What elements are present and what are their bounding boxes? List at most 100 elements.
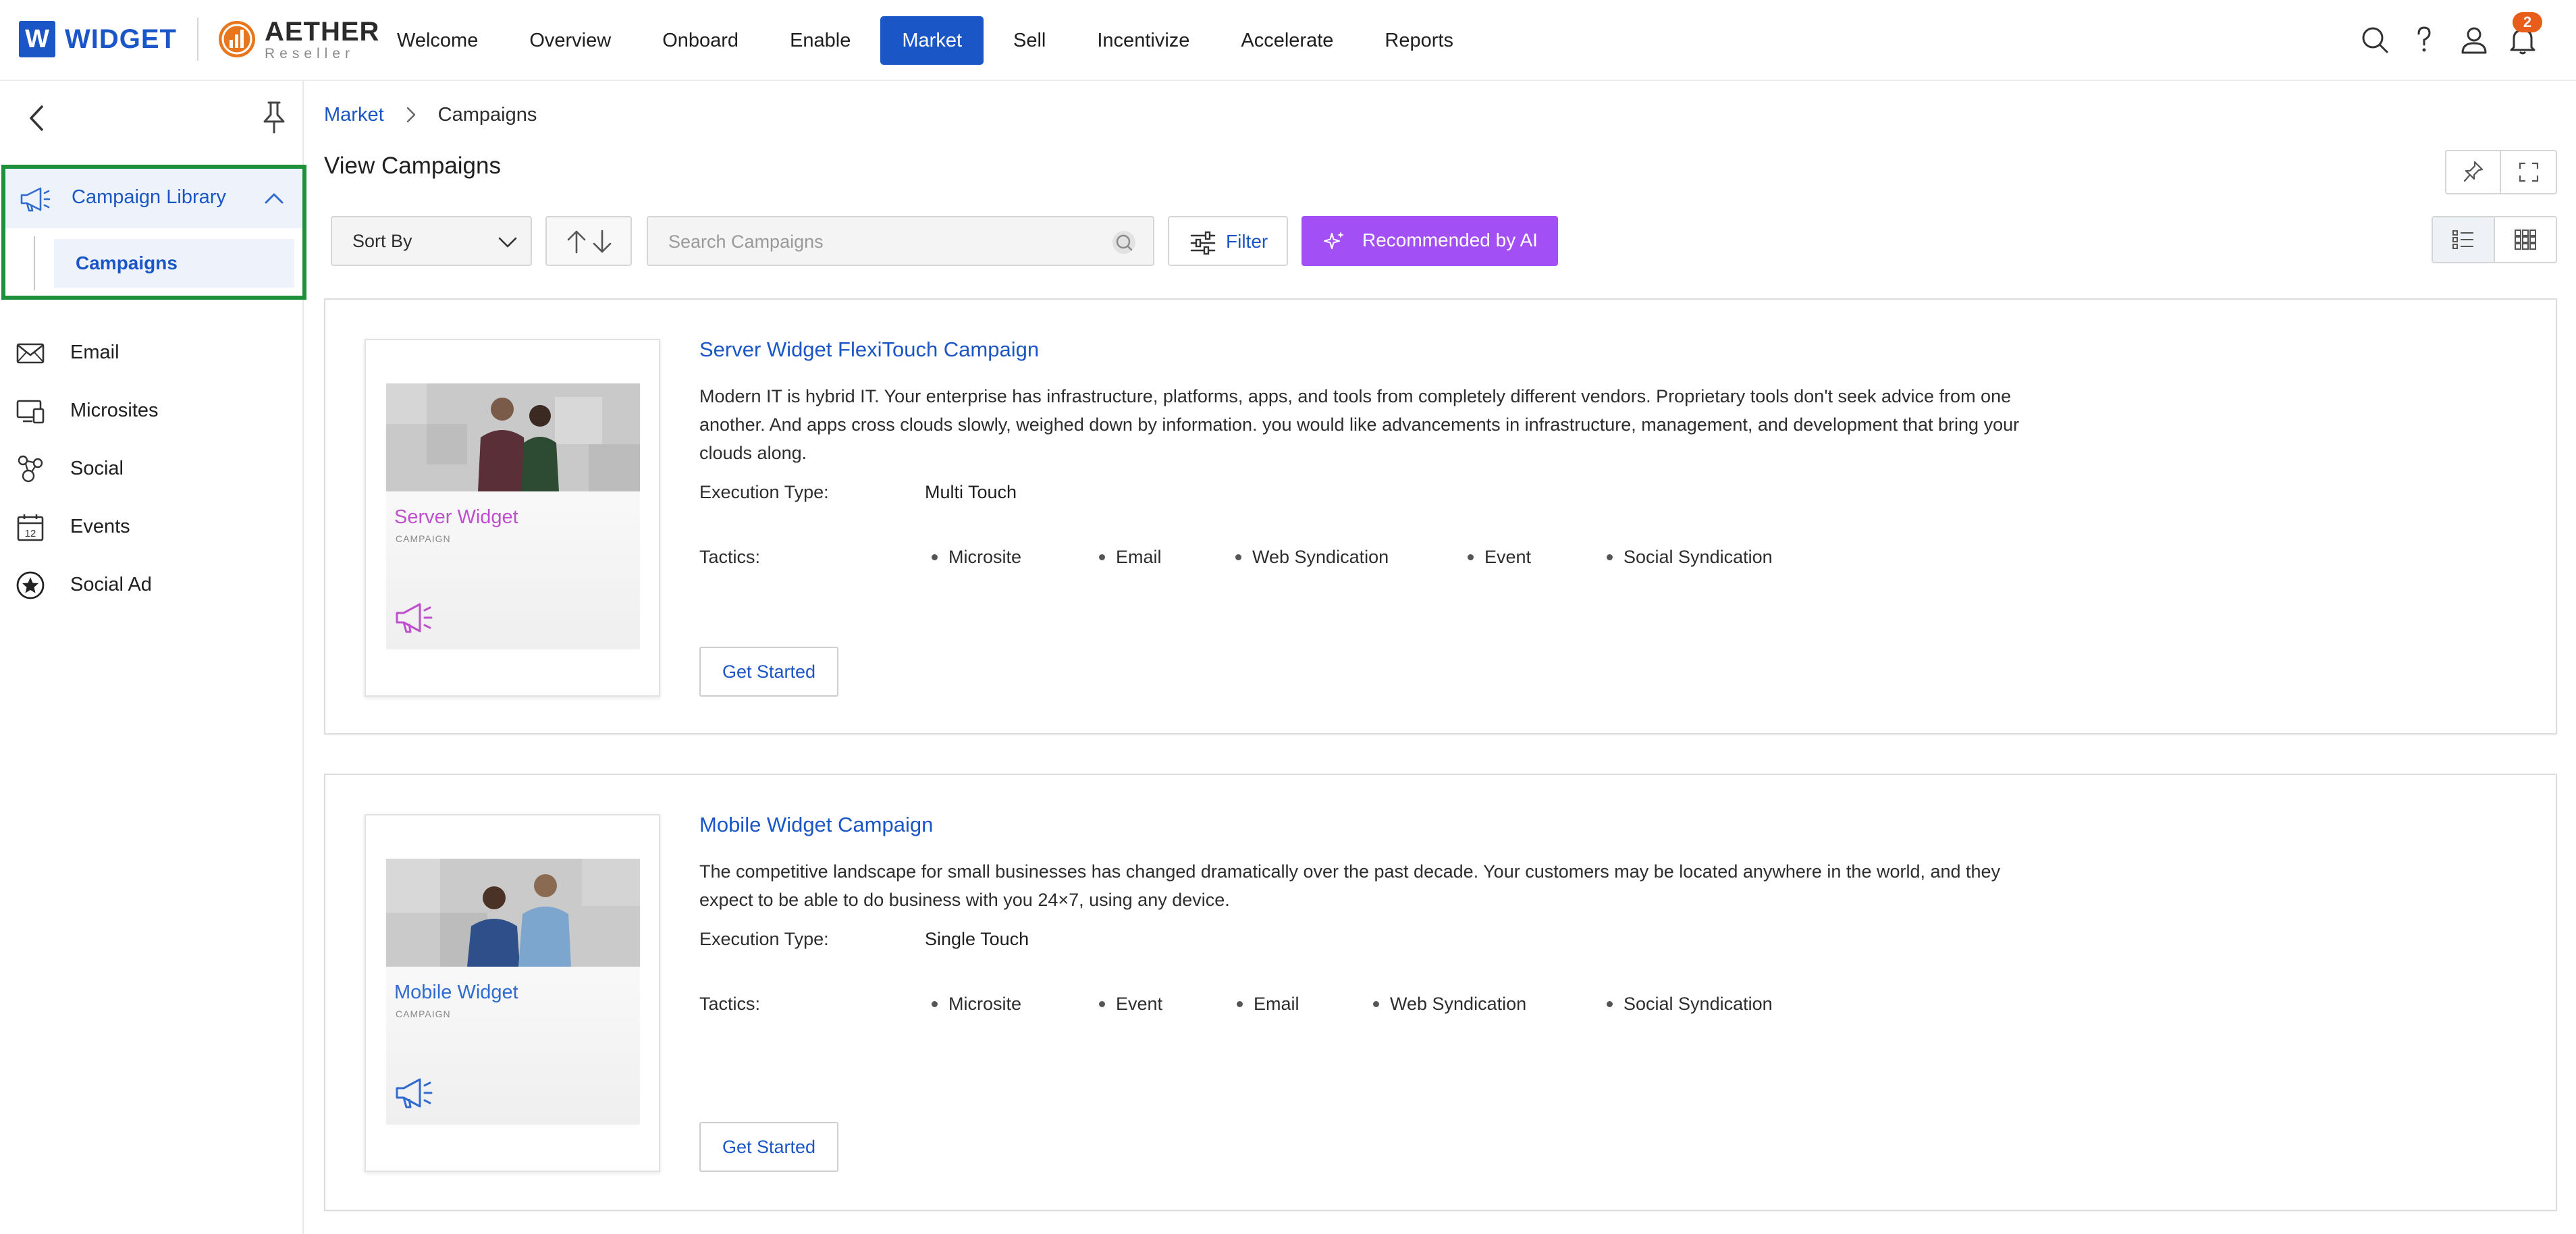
sidebar-item-social-ad[interactable]: Social Ad — [0, 556, 302, 614]
tactic-item: Email — [1099, 547, 1162, 568]
user-profile-icon[interactable] — [2457, 23, 2491, 57]
menu-accelerate[interactable]: Accelerate — [1219, 16, 1355, 65]
tactic-item: Social Syndication — [1607, 994, 1773, 1015]
campaign-library-label: Campaign Library — [72, 186, 226, 208]
campaign-thumbnail[interactable]: Server Widget CAMPAIGN — [365, 339, 660, 697]
tactic-item: Event — [1468, 547, 1531, 568]
thumbnail-subtitle: CAMPAIGN — [396, 533, 451, 544]
campaign-description: The competitive landscape for small busi… — [699, 861, 2001, 910]
sidebar-item-campaigns-label: Campaigns — [76, 252, 178, 273]
collapse-sidebar-icon[interactable] — [23, 101, 50, 135]
menu-reports[interactable]: Reports — [1363, 16, 1475, 65]
tactic-item: Email — [1237, 994, 1299, 1015]
campaign-library-toggle[interactable]: Campaign Library — [5, 169, 302, 228]
menu-sell[interactable]: Sell — [992, 16, 1067, 65]
sidebar-item-social[interactable]: Social — [0, 440, 302, 498]
tactic-item: Microsite — [932, 547, 1021, 568]
tactic-label: Microsite — [948, 547, 1022, 567]
menu-market[interactable]: Market — [880, 16, 984, 65]
sidebar: Campaign Library Campaigns Email Microsi… — [0, 81, 306, 1234]
get-started-button[interactable]: Get Started — [699, 647, 838, 697]
filter-button[interactable]: Filter — [1168, 216, 1288, 266]
sidebar-item-events[interactable]: 12 Events — [0, 498, 302, 556]
widget-logo-text: WIDGET — [65, 24, 177, 54]
social-icon — [18, 455, 43, 483]
search-campaigns-field[interactable] — [647, 216, 1154, 266]
menu-enable[interactable]: Enable — [768, 16, 872, 65]
thumbnail-title: Server Widget — [394, 506, 518, 528]
search-icon[interactable] — [2358, 23, 2392, 57]
search-icon[interactable] — [1111, 230, 1137, 255]
tactic-label: Email — [1116, 547, 1162, 567]
search-campaigns-input[interactable] — [668, 228, 1087, 255]
bullet-dot — [1468, 554, 1474, 560]
tactic-label: Social Syndication — [1624, 994, 1773, 1014]
microsite-icon — [16, 400, 45, 424]
breadcrumb-market-link[interactable]: Market — [324, 104, 384, 126]
campaign-thumbnail[interactable]: Mobile Widget CAMPAIGN — [365, 814, 660, 1172]
aether-title: AETHER — [264, 16, 380, 47]
campaign-card: Mobile Widget CAMPAIGN Mobile Widget Cam… — [324, 774, 2557, 1211]
tree-line — [34, 236, 35, 290]
sidebar-item-email-label: Email — [70, 342, 119, 363]
list-view-icon — [2452, 230, 2473, 249]
expand-icon — [2519, 162, 2538, 182]
bullet-dot — [1237, 1001, 1243, 1007]
notification-count-badge: 2 — [2513, 12, 2542, 32]
sidebar-item-email[interactable]: Email — [0, 324, 302, 382]
recommended-by-ai-button[interactable]: Recommended by AI — [1302, 216, 1558, 266]
pin-sidebar-icon[interactable] — [258, 99, 290, 135]
campaign-card: Server Widget CAMPAIGN Server Widget Fle… — [324, 298, 2557, 734]
tactic-label: Microsite — [948, 994, 1022, 1014]
get-started-button[interactable]: Get Started — [699, 1122, 838, 1172]
tactics-label: Tactics: — [699, 547, 761, 567]
thumbnail-title: Mobile Widget — [394, 982, 518, 1003]
bullet-dot — [932, 1001, 938, 1007]
campaign-photo — [386, 383, 640, 491]
pin-icon — [2463, 161, 2483, 182]
bullet-dot — [932, 554, 938, 560]
brand-logos[interactable]: W WIDGET AETHER Reseller — [19, 18, 379, 61]
menu-onboard[interactable]: Onboard — [641, 16, 760, 65]
star-badge-icon — [16, 571, 45, 599]
sidebar-item-campaigns[interactable]: Campaigns — [54, 239, 294, 288]
sidebar-item-microsites[interactable]: Microsites — [0, 382, 302, 440]
campaign-title-link[interactable]: Mobile Widget Campaign — [699, 813, 933, 837]
aether-logo-text: AETHER Reseller — [265, 18, 379, 61]
chevron-right-icon — [406, 107, 415, 123]
menu-overview[interactable]: Overview — [508, 16, 633, 65]
tactic-label: Web Syndication — [1252, 547, 1389, 567]
aether-logo-icon — [218, 21, 255, 57]
pin-page-button[interactable] — [2446, 151, 2502, 193]
top-navigation-bar: W WIDGET AETHER Reseller Welcome Overvie… — [0, 0, 2576, 81]
bullet-dot — [1607, 1001, 1613, 1007]
sliders-icon — [1190, 231, 1216, 255]
calendar-icon: 12 — [17, 514, 44, 541]
bullet-dot — [1235, 554, 1241, 560]
menu-incentivize[interactable]: Incentivize — [1075, 16, 1211, 65]
svg-text:12: 12 — [25, 528, 36, 539]
bullet-dot — [1099, 554, 1105, 560]
thumbnail-body: Server Widget CAMPAIGN — [386, 383, 640, 649]
megaphone-icon — [396, 1078, 433, 1108]
bullet-dot — [1373, 1001, 1379, 1007]
tactic-item: Event — [1099, 994, 1162, 1015]
brand-divider — [196, 18, 198, 61]
aether-subtitle: Reseller — [264, 45, 355, 61]
fullscreen-button[interactable] — [2501, 151, 2556, 193]
help-icon[interactable] — [2407, 23, 2441, 57]
sort-direction-button[interactable] — [545, 216, 632, 266]
tactic-item: Social Syndication — [1607, 547, 1773, 568]
page-actions — [2445, 150, 2557, 194]
sort-arrows-icon — [567, 230, 612, 254]
grid-view-button[interactable] — [2495, 217, 2556, 262]
menu-welcome[interactable]: Welcome — [375, 16, 500, 65]
execution-type-label: Execution Type: — [699, 482, 829, 502]
list-view-button[interactable] — [2433, 217, 2495, 262]
campaign-title-link[interactable]: Server Widget FlexiTouch Campaign — [699, 338, 1039, 362]
thumbnail-subtitle: CAMPAIGN — [396, 1009, 451, 1019]
campaign-library-group: Campaign Library Campaigns — [1, 165, 306, 300]
chevron-down-icon — [498, 237, 517, 248]
sort-by-dropdown[interactable]: Sort By — [331, 216, 532, 266]
tactic-label: Social Syndication — [1624, 547, 1773, 567]
